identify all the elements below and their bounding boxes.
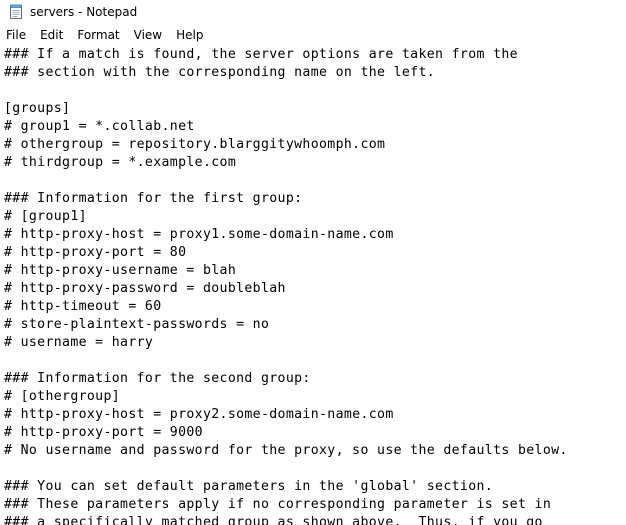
text-line: # store-plaintext-passwords = no bbox=[4, 317, 270, 332]
text-line: # http-proxy-host = proxy2.some-domain-n… bbox=[4, 407, 394, 422]
text-line: # othergroup = repository.blarggitywhoom… bbox=[4, 137, 386, 152]
text-line: # [othergroup] bbox=[4, 389, 121, 404]
text-editor[interactable]: ### If a match is found, the server opti… bbox=[0, 46, 626, 525]
text-line: ### If a match is found, the server opti… bbox=[4, 47, 518, 62]
text-line: # group1 = *.collab.net bbox=[4, 119, 195, 134]
text-line: # username = harry bbox=[4, 335, 154, 350]
text-line: ### You can set default parameters in th… bbox=[4, 479, 494, 494]
menu-view[interactable]: View bbox=[127, 25, 169, 45]
menu-format[interactable]: Format bbox=[70, 25, 126, 45]
text-line: # http-proxy-port = 9000 bbox=[4, 425, 203, 440]
text-line: # http-proxy-password = doubleblah bbox=[4, 281, 286, 296]
text-line: # http-proxy-username = blah bbox=[4, 263, 237, 278]
editor-text[interactable]: ### If a match is found, the server opti… bbox=[4, 46, 568, 525]
text-line: # thirdgroup = *.example.com bbox=[4, 155, 237, 170]
text-line: [groups] bbox=[4, 101, 71, 116]
text-line: ### Information for the second group: bbox=[4, 371, 311, 386]
menu-help[interactable]: Help bbox=[169, 25, 210, 45]
menu-file[interactable]: File bbox=[0, 25, 33, 45]
title-bar[interactable]: servers - Notepad bbox=[0, 0, 626, 24]
notepad-window: servers - Notepad File Edit Format View Help… bbox=[0, 0, 626, 525]
text-line: # http-timeout = 60 bbox=[4, 299, 162, 314]
text-line: # No username and password for the proxy… bbox=[4, 443, 568, 458]
text-line bbox=[4, 172, 568, 190]
text-line: ### These parameters apply if no corresp… bbox=[4, 497, 552, 512]
menu-edit[interactable]: Edit bbox=[33, 25, 70, 45]
window-title: servers - Notepad bbox=[30, 5, 138, 19]
notepad-icon bbox=[8, 4, 24, 20]
text-line: # http-proxy-host = proxy1.some-domain-n… bbox=[4, 227, 394, 242]
text-line: ### Information for the first group: bbox=[4, 191, 303, 206]
text-line: ### a specifically matched group as show… bbox=[4, 515, 543, 525]
menu-bar: File Edit Format View Help bbox=[0, 24, 626, 46]
text-line bbox=[4, 352, 568, 370]
text-line: # http-proxy-port = 80 bbox=[4, 245, 187, 260]
text-line: ### section with the corresponding name … bbox=[4, 65, 436, 80]
text-line bbox=[4, 82, 568, 100]
text-line bbox=[4, 460, 568, 478]
text-line: # [group1] bbox=[4, 209, 87, 224]
